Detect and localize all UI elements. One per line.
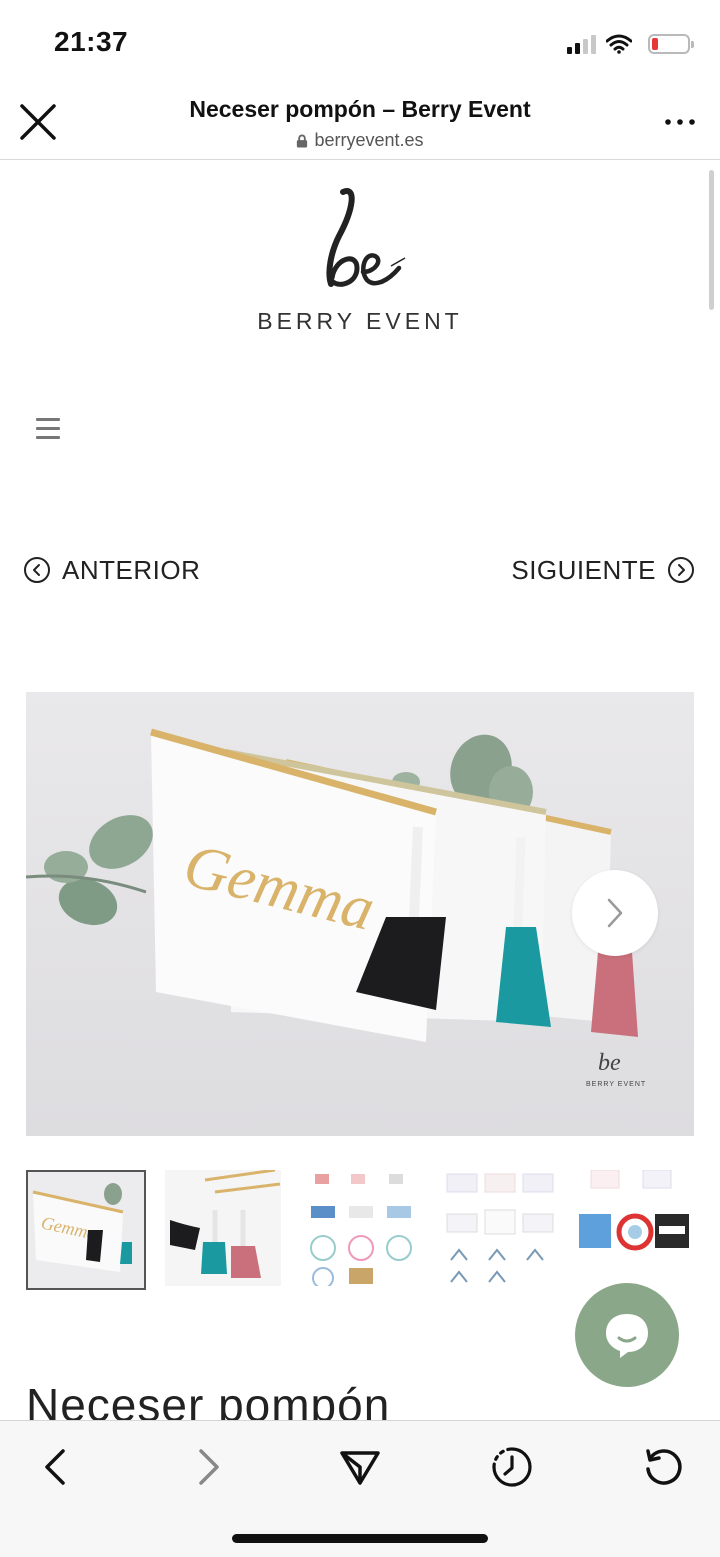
close-button[interactable] — [18, 102, 58, 142]
hamburger-line — [36, 436, 60, 439]
thumbnail-4[interactable] — [441, 1170, 561, 1290]
chat-button[interactable] — [575, 1283, 679, 1387]
battery-level — [652, 38, 658, 50]
share-icon — [340, 1451, 380, 1485]
previous-product-link[interactable]: ANTERIOR — [24, 552, 200, 588]
thumbnail-strip: Gemma — [26, 1170, 720, 1290]
next-label: SIGUIENTE — [511, 554, 656, 585]
url-text: berryevent.es — [314, 130, 424, 150]
forward-button[interactable] — [184, 1443, 232, 1491]
watermark-text: BERRY EVENT — [586, 1081, 646, 1088]
thumb-name-designs-1 — [303, 1170, 419, 1289]
thumb-name-designs-3 — [579, 1170, 695, 1286]
thumb-gemma-bags: Gemma — [28, 1172, 144, 1288]
more-icon — [665, 119, 695, 125]
page-url[interactable]: berryevent.es — [120, 130, 600, 151]
chat-icon — [606, 1314, 648, 1358]
page-title: Neceser pompón – Berry Event — [189, 96, 531, 122]
menu-button[interactable] — [36, 418, 60, 442]
browser-toolbar — [0, 1420, 720, 1557]
logo-text: BERRY EVENT — [257, 308, 463, 334]
previous-label: ANTERIOR — [62, 554, 201, 585]
thumbnail-1[interactable]: Gemma — [26, 1170, 146, 1290]
reload-icon — [646, 1449, 682, 1485]
status-bar: 21:37 — [0, 0, 720, 88]
next-product-link[interactable]: SIGUIENTE — [511, 552, 694, 588]
thumbnail-5[interactable] — [579, 1170, 699, 1290]
hamburger-line — [36, 427, 60, 430]
close-icon — [20, 104, 56, 140]
back-icon — [45, 1449, 65, 1485]
battery-icon — [648, 34, 694, 54]
forward-icon — [199, 1449, 219, 1485]
logo-mark — [326, 188, 406, 287]
hamburger-line — [36, 418, 60, 421]
next-slide-button[interactable] — [572, 870, 658, 956]
reload-button[interactable] — [640, 1443, 688, 1491]
lock-icon — [297, 134, 308, 148]
status-icons — [567, 30, 694, 58]
share-button[interactable] — [336, 1443, 384, 1491]
chevron-right-circle-icon — [668, 557, 694, 583]
back-button[interactable] — [32, 1443, 80, 1491]
browser-header: Neceser pompón – Berry Event berryevent.… — [0, 88, 720, 160]
site-logo[interactable]: BERRY EVENT — [0, 180, 720, 340]
thumbnail-2[interactable] — [165, 1170, 285, 1290]
thumb-name-designs-2 — [441, 1170, 557, 1286]
history-button[interactable] — [488, 1443, 536, 1491]
more-button[interactable] — [662, 112, 698, 132]
wifi-icon — [606, 34, 632, 54]
status-time: 21:37 — [54, 26, 129, 57]
history-icon — [492, 1447, 532, 1487]
thumb-tassels — [165, 1170, 281, 1286]
home-indicator[interactable] — [232, 1534, 488, 1543]
chevron-left-circle-icon — [24, 557, 50, 583]
thumbnail-3[interactable] — [303, 1170, 423, 1290]
signal-icon — [567, 34, 596, 54]
chevron-right-icon — [607, 898, 623, 928]
watermark-mark: be — [598, 1050, 621, 1076]
